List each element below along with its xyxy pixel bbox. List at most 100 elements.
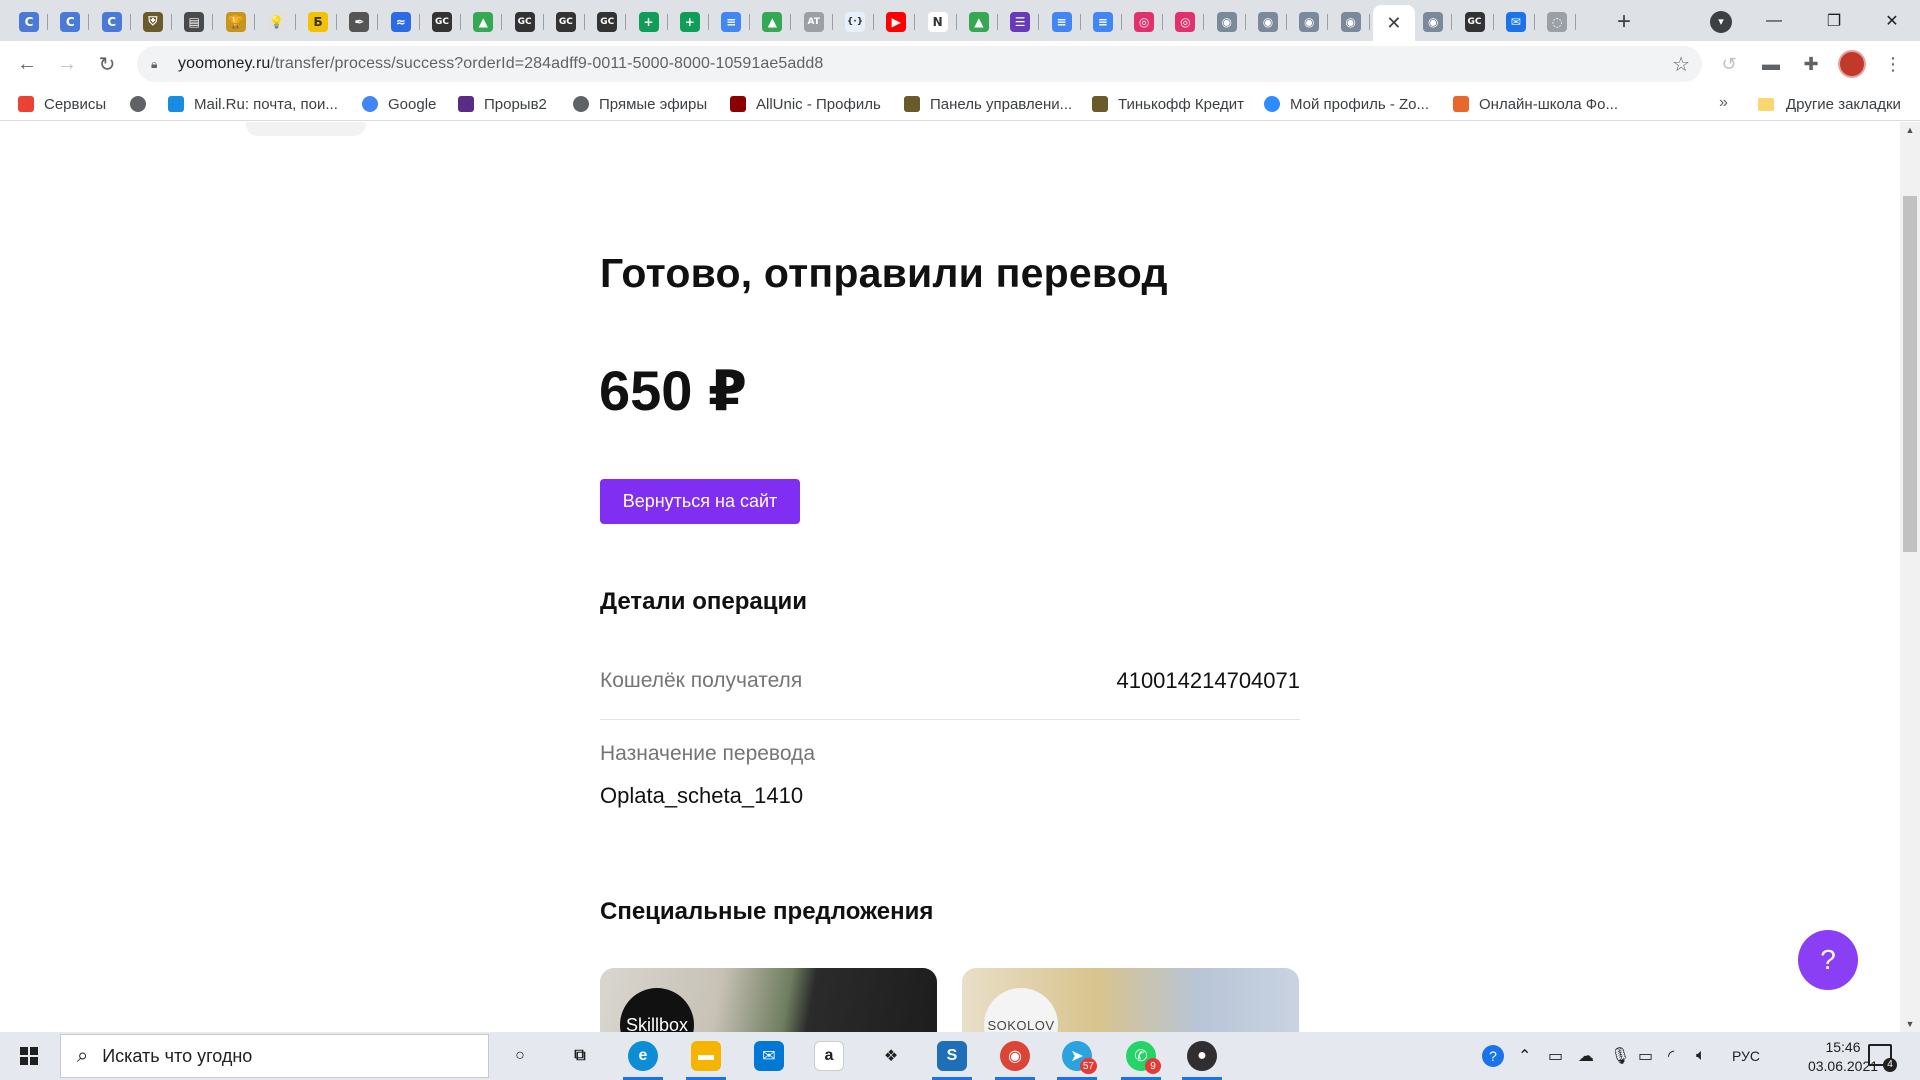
restore-icon[interactable]: ❐: [1806, 0, 1862, 41]
browser-tab[interactable]: 🏆: [217, 5, 255, 38]
browser-tab[interactable]: ◉: [1290, 5, 1329, 38]
browser-tab[interactable]: C: [93, 5, 131, 38]
browser-tab[interactable]: ≡: [1043, 5, 1081, 38]
browser-tab[interactable]: ⛨: [134, 5, 172, 38]
taskbar-app-chrome[interactable]: ◉: [989, 1036, 1041, 1080]
new-tab-button[interactable]: +: [1610, 8, 1638, 36]
browser-tab[interactable]: ✕: [1372, 5, 1415, 41]
bookmark-star-icon[interactable]: ☆: [1672, 52, 1690, 77]
taskbar-app-file-explorer[interactable]: ▬: [680, 1036, 732, 1080]
microphone-icon[interactable]: 🎙︎: [1610, 1032, 1630, 1080]
close-icon[interactable]: ✕: [1384, 13, 1404, 34]
puzzle-extensions-icon[interactable]: ✚: [1798, 51, 1824, 77]
browser-tab[interactable]: N: [919, 5, 957, 38]
offer-card-skillbox[interactable]: Skillbox: [600, 968, 937, 1032]
help-tray-icon[interactable]: ?: [1482, 1032, 1504, 1080]
browser-tab[interactable]: ✉: [1497, 5, 1535, 38]
bookmarks-overflow-chevron[interactable]: »: [1719, 94, 1728, 112]
forward-arrow-icon[interactable]: →: [52, 49, 82, 79]
tab-separator: [1575, 14, 1577, 30]
browser-tab[interactable]: ≡: [712, 5, 751, 38]
browser-tab[interactable]: ▶: [877, 5, 916, 38]
bookmark-item[interactable]: Прямые эфиры: [573, 93, 707, 115]
bookmark-item[interactable]: Сервисы: [18, 93, 106, 115]
browser-tab[interactable]: C: [10, 5, 48, 38]
start-button[interactable]: [0, 1032, 58, 1080]
taskbar-app-app-s[interactable]: S: [926, 1036, 978, 1080]
bookmark-item[interactable]: Прорыв2: [458, 93, 547, 115]
browser-tab[interactable]: AT: [795, 5, 833, 38]
wifi-icon[interactable]: ◜: [1668, 1032, 1674, 1080]
browser-tab[interactable]: ▲: [753, 5, 792, 38]
browser-tab[interactable]: Б: [299, 5, 338, 38]
menu-kebab-icon[interactable]: ⋮: [1880, 51, 1906, 77]
scrollbar-thumb[interactable]: [1903, 196, 1917, 552]
reload-icon[interactable]: ↻: [92, 49, 122, 79]
browser-tab[interactable]: ▲: [464, 5, 503, 38]
scroll-down-arrow-icon[interactable]: ▼: [1900, 1016, 1920, 1032]
browser-tab[interactable]: GC: [506, 5, 544, 38]
browser-tab[interactable]: +: [671, 5, 709, 38]
language-indicator[interactable]: РУС: [1732, 1032, 1760, 1080]
volume-icon[interactable]: 🔈︎: [1696, 1032, 1706, 1080]
browser-tab[interactable]: ◉: [1249, 5, 1287, 38]
browser-tab[interactable]: ◉: [1414, 5, 1453, 38]
taskbar-app-amazon[interactable]: a: [803, 1036, 855, 1076]
browser-tab[interactable]: C: [51, 5, 90, 38]
browser-tab[interactable]: ◎: [1125, 5, 1164, 38]
taskbar-app-cortana[interactable]: ○: [494, 1036, 546, 1076]
bookmark-item[interactable]: Mail.Ru: почта, пои...: [168, 93, 338, 115]
url-text[interactable]: yoomoney.ru/transfer/process/success?ord…: [178, 55, 823, 73]
chevron-up-icon[interactable]: ⌃: [1518, 1032, 1531, 1080]
browser-tab[interactable]: ☰: [1001, 5, 1040, 38]
browser-tab[interactable]: ◎: [1166, 5, 1205, 38]
window-close-icon[interactable]: ✕: [1864, 0, 1920, 41]
bookmark-item[interactable]: Онлайн-школа Фо...: [1453, 93, 1618, 115]
minimize-icon[interactable]: —: [1746, 0, 1802, 41]
device-tray-icon[interactable]: ▭: [1548, 1032, 1563, 1080]
browser-tab[interactable]: ▲: [960, 5, 998, 38]
browser-tab[interactable]: GC: [547, 5, 585, 38]
bookmark-item[interactable]: Панель управлени...: [904, 93, 1072, 115]
battery-icon[interactable]: ▭: [1638, 1032, 1653, 1080]
browser-tab[interactable]: GC: [588, 5, 627, 38]
browser-tab[interactable]: ◉: [1208, 5, 1246, 38]
browser-tab[interactable]: ≡: [1084, 5, 1122, 38]
bookmark-item[interactable]: Тинькофф Кредит: [1092, 93, 1244, 115]
bookmark-item[interactable]: Google: [362, 93, 436, 115]
address-bar[interactable]: 🔒︎ yoomoney.ru/transfer/process/success?…: [137, 46, 1702, 82]
help-button[interactable]: ?: [1798, 930, 1858, 990]
browser-tab[interactable]: ≈: [382, 5, 420, 38]
offer-card-sokolov[interactable]: SOKOLOV: [962, 968, 1299, 1032]
taskbar-app-task-view[interactable]: ⧉: [554, 1036, 606, 1076]
taskbar-app-whatsapp[interactable]: ✆ 9: [1115, 1036, 1167, 1080]
taskbar-app-telegram[interactable]: ➤ 57: [1051, 1036, 1103, 1080]
taskbar-app-dropbox[interactable]: ❖: [865, 1036, 917, 1076]
header-remnant: [246, 122, 366, 136]
extension-refresh-icon[interactable]: ↺: [1716, 51, 1742, 77]
browser-tab[interactable]: ▤: [175, 5, 214, 38]
bookmark-item[interactable]: Мой профиль - Zo...: [1264, 93, 1429, 115]
browser-tab[interactable]: GC: [1456, 5, 1494, 38]
browser-tab[interactable]: ◉: [1332, 5, 1370, 38]
taskbar-search-box[interactable]: ⌕ Искать что угодно: [60, 1034, 489, 1078]
browser-tab[interactable]: ✒: [340, 5, 379, 38]
profile-avatar[interactable]: [1838, 50, 1866, 78]
browser-tab[interactable]: 💡: [258, 5, 296, 38]
bookmark-item[interactable]: [130, 93, 156, 115]
other-bookmarks-folder[interactable]: Другие закладки: [1758, 93, 1901, 115]
taskbar-app-obs[interactable]: ●: [1176, 1036, 1228, 1080]
tab-search-icon[interactable]: ▾: [1710, 11, 1732, 33]
browser-tab[interactable]: GC: [423, 5, 461, 38]
browser-tab[interactable]: {·}: [836, 5, 874, 38]
back-arrow-icon[interactable]: ←: [12, 49, 42, 79]
taskbar-app-mail-app[interactable]: ✉: [743, 1036, 795, 1076]
onedrive-cloud-icon[interactable]: ☁: [1578, 1032, 1594, 1080]
taskbar-app-edge[interactable]: e: [617, 1036, 669, 1080]
scroll-up-arrow-icon[interactable]: ▲: [1900, 122, 1920, 138]
browser-tab[interactable]: +: [630, 5, 668, 38]
return-to-site-button[interactable]: Вернуться на сайт: [600, 479, 800, 524]
extension-cap-icon[interactable]: ▬: [1758, 51, 1784, 77]
bookmark-item[interactable]: AllUnic - Профиль: [730, 93, 881, 115]
browser-tab[interactable]: ◌: [1538, 5, 1577, 38]
